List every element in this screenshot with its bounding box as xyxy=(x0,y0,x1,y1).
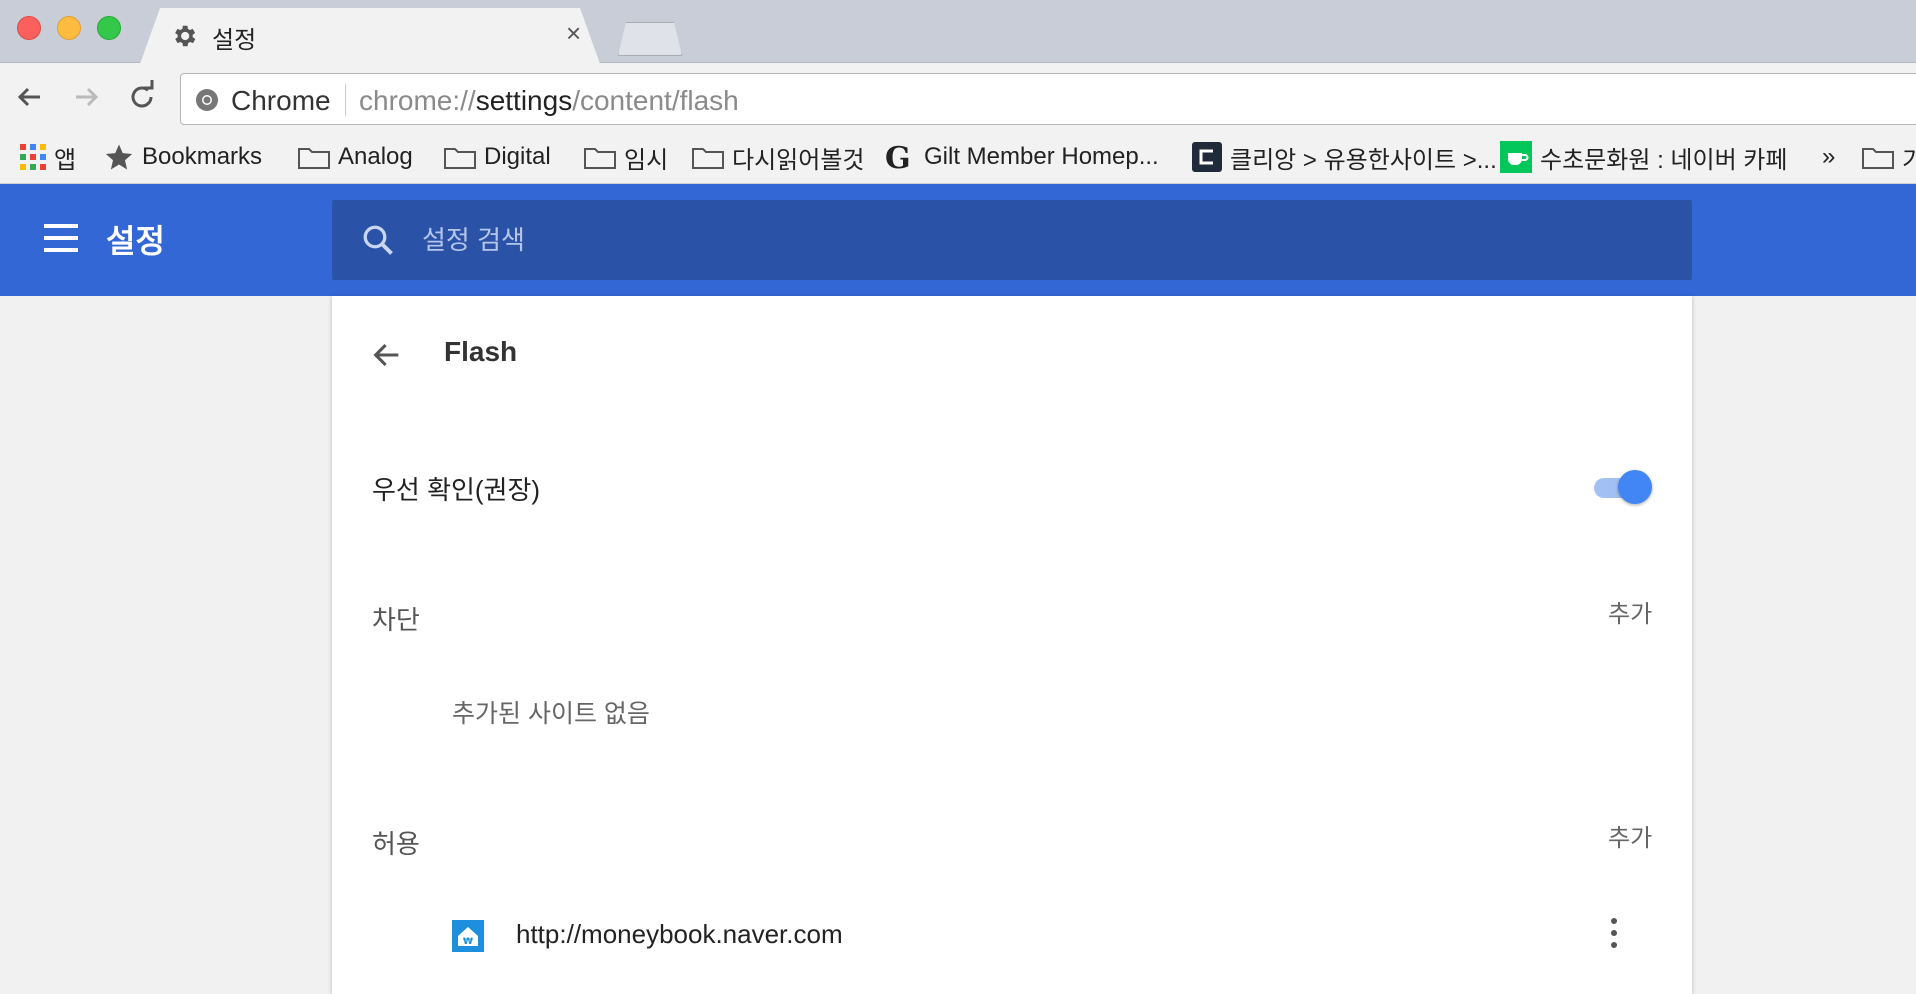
window-titlebar: 설정 × xyxy=(0,0,1916,64)
block-add-button[interactable]: 추가 xyxy=(1608,594,1652,629)
toggle-knob xyxy=(1618,470,1652,504)
back-arrow-icon[interactable] xyxy=(10,77,50,117)
folder-icon xyxy=(692,148,724,169)
settings-search-box[interactable] xyxy=(332,200,1692,280)
forward-arrow-icon[interactable] xyxy=(66,77,106,117)
url-scheme: chrome:// xyxy=(359,85,476,116)
svg-text:G: G xyxy=(885,141,911,173)
reload-icon[interactable] xyxy=(122,77,162,117)
url-path: /content/flash xyxy=(572,85,739,116)
naver-cafe-icon xyxy=(1500,141,1532,173)
window-minimize-button[interactable] xyxy=(57,16,81,40)
new-tab-button[interactable] xyxy=(618,22,682,56)
gilt-g-icon: G xyxy=(885,141,911,173)
bookmark-folder-more[interactable]: 기 xyxy=(1862,141,1916,174)
settings-search-input[interactable] xyxy=(422,218,1622,262)
site-favicon-icon: ₩ xyxy=(452,920,484,952)
bookmark-apps[interactable]: 앱 xyxy=(20,141,77,174)
bookmark-folder-analog[interactable]: Analog xyxy=(298,141,413,173)
address-url[interactable]: chrome://settings/content/flash xyxy=(359,85,739,117)
svg-text:₩: ₩ xyxy=(463,937,473,947)
search-icon xyxy=(363,225,393,255)
allow-section-title: 허용 xyxy=(372,829,420,859)
bookmark-folder-digital[interactable]: Digital xyxy=(444,141,551,173)
more-vert-icon[interactable] xyxy=(1606,918,1622,954)
apps-grid-icon xyxy=(20,144,46,170)
bookmark-bookmarks[interactable]: Bookmarks xyxy=(104,141,262,173)
bookmark-label: Bookmarks xyxy=(142,143,263,170)
allowed-site-url[interactable]: http://moneybook.naver.com xyxy=(516,919,843,950)
folder-icon xyxy=(584,148,616,169)
overflow-chevron-icon: » xyxy=(1822,143,1836,170)
bookmark-label: Gilt Member Homep... xyxy=(924,143,1159,170)
bookmark-folder-reread[interactable]: 다시읽어볼것 xyxy=(692,141,865,174)
bookmark-label: 기 xyxy=(1902,146,1916,174)
bookmark-label: 수초문화원 : 네이버 카페 xyxy=(1540,146,1788,174)
address-bar[interactable]: Chrome chrome://settings/content/flash xyxy=(180,73,1916,125)
tab-title: 설정 xyxy=(212,27,257,54)
bookmark-naver-cafe[interactable]: 수초문화원 : 네이버 카페 xyxy=(1500,141,1788,174)
back-arrow-icon[interactable] xyxy=(370,338,404,372)
bookmark-gilt[interactable]: G Gilt Member Homep... xyxy=(884,141,1159,173)
tab-close-button[interactable]: × xyxy=(566,18,581,49)
block-section-title: 차단 xyxy=(372,605,420,635)
ask-first-toggle[interactable] xyxy=(1590,470,1654,504)
bookmark-label: Analog xyxy=(338,143,413,170)
hamburger-menu-icon[interactable] xyxy=(44,224,78,252)
address-separator xyxy=(345,84,346,116)
clien-icon xyxy=(1192,142,1222,172)
bookmark-label: Digital xyxy=(484,143,551,170)
flash-settings-card: Flash 우선 확인(권장) 차단 추가 추가된 사이트 없음 허용 추가 ₩… xyxy=(332,296,1692,994)
settings-header: 설정 xyxy=(0,184,1916,296)
bookmark-label: 임시 xyxy=(624,146,669,174)
gear-icon xyxy=(175,25,196,47)
url-host: settings xyxy=(475,85,573,116)
bookmark-label: 다시읽어볼것 xyxy=(732,146,865,174)
folder-icon xyxy=(444,148,476,169)
tab-settings[interactable]: 설정 × xyxy=(140,8,600,64)
browser-toolbar: Chrome chrome://settings/content/flash xyxy=(0,63,1916,131)
window-close-button[interactable] xyxy=(17,16,41,40)
star-icon xyxy=(105,144,133,170)
bookmark-overflow-button[interactable]: » xyxy=(1822,141,1835,173)
bookmark-label: 앱 xyxy=(54,146,77,174)
allow-add-button[interactable]: 추가 xyxy=(1608,818,1652,853)
bookmark-clien[interactable]: 클리앙 > 유용한사이트 >... xyxy=(1192,141,1497,174)
bookmark-folder-temp[interactable]: 임시 xyxy=(584,141,669,174)
page-title: Flash xyxy=(444,336,518,367)
folder-icon xyxy=(1862,148,1894,169)
address-chip-label: Chrome xyxy=(231,85,331,116)
block-empty-message: 추가된 사이트 없음 xyxy=(452,700,650,728)
folder-icon xyxy=(298,148,330,169)
window-maximize-button[interactable] xyxy=(97,16,121,40)
ask-first-label: 우선 확인(권장) xyxy=(372,475,541,505)
bookmark-label: 클리앙 > 유용한사이트 >... xyxy=(1230,146,1497,174)
chrome-logo-icon xyxy=(196,89,218,111)
settings-title: 설정 xyxy=(106,223,165,259)
bookmarks-bar: 앱 Bookmarks Analog Digital 임시 다시읽어볼것 G G… xyxy=(0,131,1916,184)
